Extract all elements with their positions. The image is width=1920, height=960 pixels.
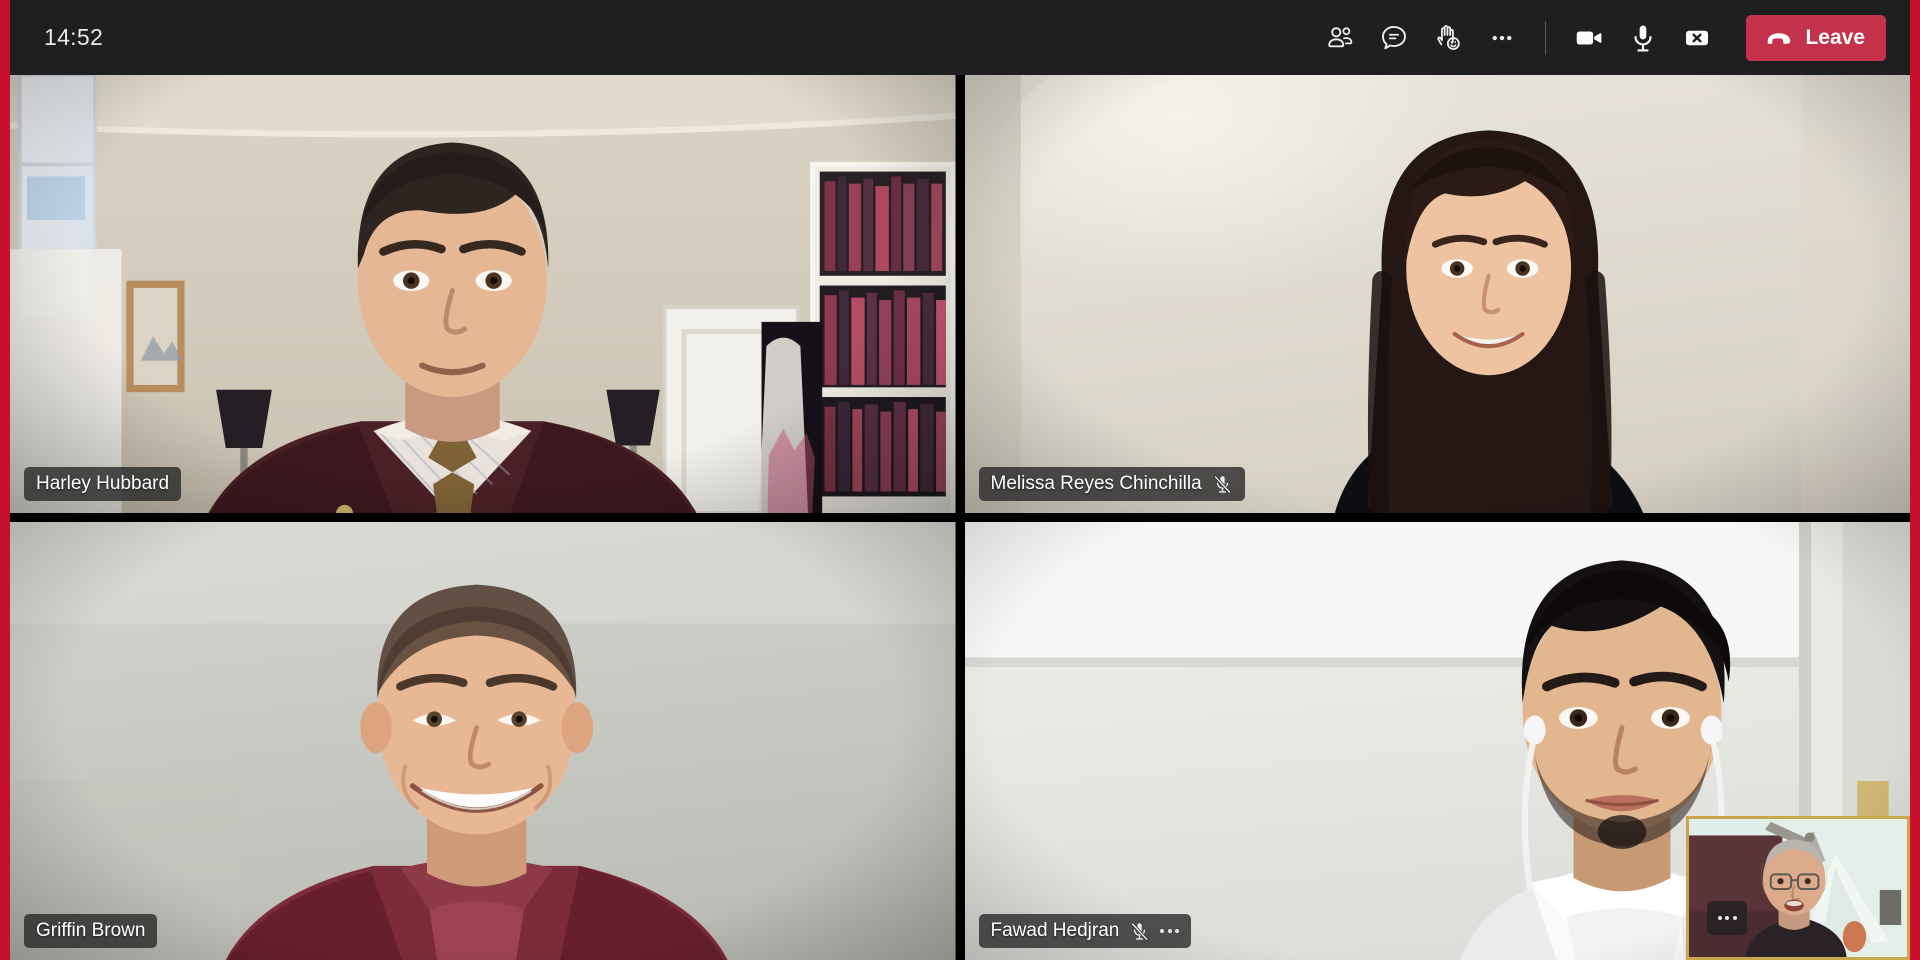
microphone-button[interactable]: [1616, 11, 1670, 65]
participant-name: Melissa Reyes Chinchilla: [990, 473, 1202, 494]
participant-name-badge: Melissa Reyes Chinchilla: [978, 467, 1245, 501]
microphone-icon: [1634, 24, 1652, 51]
muted-microphone-icon: [1131, 921, 1149, 941]
stop-share-button[interactable]: [1670, 11, 1724, 65]
participant-name: Fawad Hedjran: [990, 920, 1120, 941]
more-options-button[interactable]: [1475, 11, 1529, 65]
participant-name-badge: Griffin Brown: [24, 914, 158, 948]
raise-hand-reactions-icon: [1437, 24, 1461, 50]
participant-name-badge: Fawad Hedjran: [978, 914, 1192, 948]
participant-video-feed: [964, 75, 1910, 513]
more-options-icon: [1717, 916, 1737, 920]
participant-name: Griffin Brown: [36, 920, 146, 941]
video-tile[interactable]: Harley Hubbard: [10, 75, 956, 513]
camera-button[interactable]: [1562, 11, 1616, 65]
chat-button[interactable]: [1367, 11, 1421, 65]
self-view-more-options-button[interactable]: [1707, 901, 1747, 935]
participant-video-feed: [10, 522, 956, 960]
participant-name-badge: Harley Hubbard: [24, 467, 182, 501]
leave-button[interactable]: Leave: [1746, 14, 1886, 61]
video-grid: Harley Hubbard Melissa Reyes Chinchilla …: [10, 75, 1910, 960]
meeting-clock: 14:52: [44, 24, 104, 50]
self-video-feed: [1689, 819, 1907, 957]
chat-icon: [1382, 25, 1407, 49]
people-button[interactable]: [1313, 11, 1367, 65]
reactions-button[interactable]: [1421, 11, 1475, 65]
people-icon: [1328, 26, 1353, 47]
participant-name: Harley Hubbard: [36, 473, 170, 494]
leave-label: Leave: [1805, 25, 1865, 49]
muted-microphone-icon: [1213, 474, 1231, 494]
video-tile[interactable]: Griffin Brown: [10, 522, 956, 960]
hangup-icon: [1767, 32, 1791, 44]
participant-video-feed: [10, 75, 956, 513]
share-stop-icon: [1686, 30, 1709, 45]
meeting-toolbar: 14:52 Leave: [10, 0, 1910, 75]
participant-more-options-icon[interactable]: [1160, 929, 1180, 933]
toolbar-divider: [1545, 20, 1547, 55]
toolbar-control-group: Leave: [1313, 11, 1910, 65]
camera-icon: [1577, 30, 1602, 45]
video-tile[interactable]: Melissa Reyes Chinchilla: [964, 75, 1910, 513]
more-options-icon: [1493, 35, 1512, 40]
self-view-tile[interactable]: [1686, 816, 1910, 960]
meeting-window: 14:52 Leave Harley Hubbard Melissa Reyes…: [0, 0, 1920, 960]
